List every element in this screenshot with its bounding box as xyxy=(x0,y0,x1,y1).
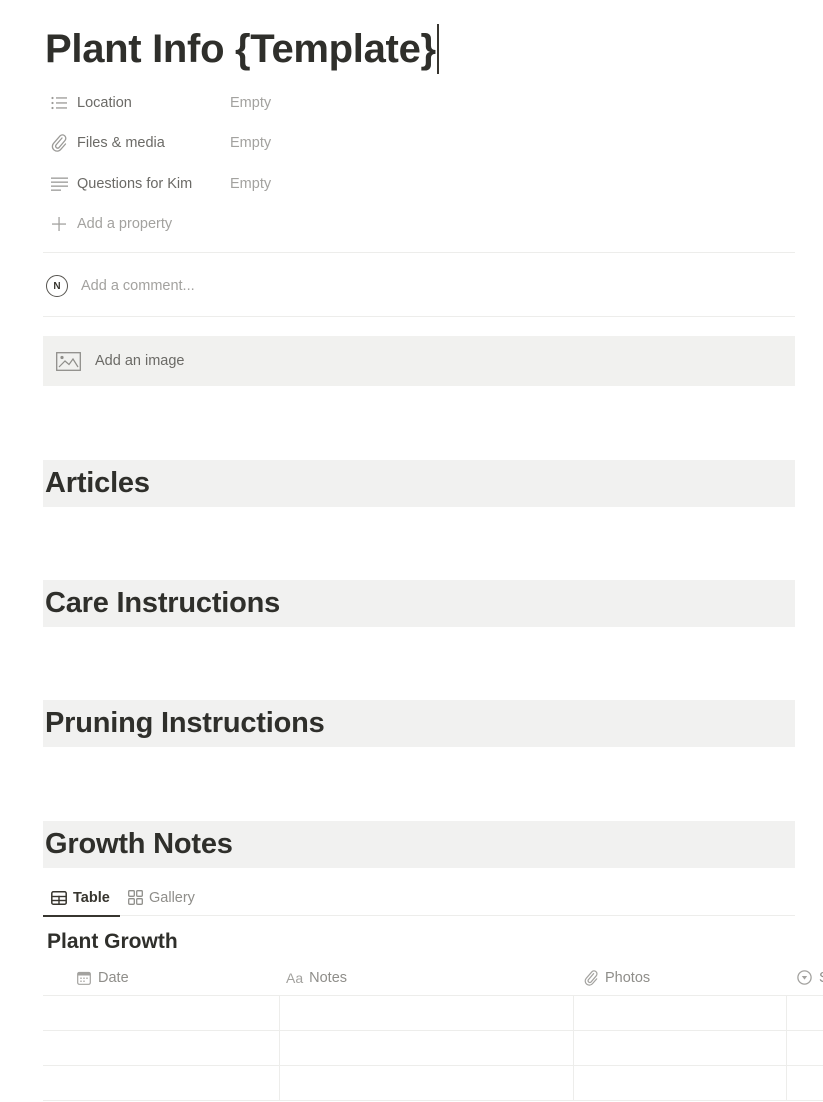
column-header-notes[interactable]: Aa Notes xyxy=(280,960,574,995)
heading-articles[interactable]: Articles xyxy=(43,460,795,507)
table-header: Date Aa Notes Photos S xyxy=(43,960,823,996)
add-property-button[interactable]: Add a property xyxy=(43,209,443,239)
property-label[interactable]: Questions for Kim xyxy=(77,176,230,192)
heading-care-instructions[interactable]: Care Instructions xyxy=(43,580,795,627)
table-cell[interactable] xyxy=(43,1031,280,1065)
column-label: Notes xyxy=(309,969,348,986)
table-icon xyxy=(51,890,67,905)
table-cell[interactable] xyxy=(574,1031,787,1065)
add-image-button[interactable]: Add an image xyxy=(43,336,795,386)
tab-gallery[interactable]: Gallery xyxy=(120,880,203,915)
property-files-media[interactable]: Files & media Empty xyxy=(43,128,443,158)
column-label: S xyxy=(819,970,823,986)
column-label: Date xyxy=(98,969,129,986)
comment-row[interactable]: N xyxy=(43,272,795,300)
heading-growth-notes[interactable]: Growth Notes xyxy=(43,821,795,868)
table-cell[interactable] xyxy=(280,1031,574,1065)
table-cell[interactable] xyxy=(280,996,574,1030)
property-value[interactable]: Empty xyxy=(230,95,271,111)
database-view-tabs: Table Gallery xyxy=(43,880,795,917)
table-cell[interactable] xyxy=(787,1066,823,1100)
table-cell[interactable] xyxy=(787,996,823,1030)
add-property-label: Add a property xyxy=(77,216,173,232)
property-value[interactable]: Empty xyxy=(230,176,271,192)
table-row[interactable] xyxy=(43,1031,823,1066)
column-header-photos[interactable]: Photos xyxy=(574,960,787,995)
property-label[interactable]: Location xyxy=(77,95,230,111)
property-questions-for-kim[interactable]: Questions for Kim Empty xyxy=(43,169,443,199)
text-lines-icon xyxy=(47,174,71,194)
divider xyxy=(43,252,795,253)
table-cell[interactable] xyxy=(574,996,787,1030)
database-title[interactable]: Plant Growth xyxy=(47,930,178,954)
image-icon xyxy=(56,351,81,371)
property-location[interactable]: Location Empty xyxy=(43,88,443,118)
comment-input[interactable] xyxy=(81,278,581,294)
heading-text[interactable]: Growth Notes xyxy=(45,828,233,861)
column-label: Photos xyxy=(605,969,651,986)
table-row[interactable] xyxy=(43,996,823,1031)
gallery-icon xyxy=(128,890,143,905)
column-header-select[interactable]: S xyxy=(787,960,823,995)
heading-text[interactable]: Care Instructions xyxy=(45,587,280,620)
tab-label: Gallery xyxy=(149,889,195,906)
table-cell[interactable] xyxy=(574,1066,787,1100)
text-cursor xyxy=(436,24,439,74)
paperclip-icon xyxy=(47,133,71,153)
heading-text[interactable]: Articles xyxy=(45,467,150,500)
text-aa-icon: Aa xyxy=(286,969,304,986)
calendar-icon xyxy=(77,971,91,985)
list-icon xyxy=(47,93,71,113)
table-cell[interactable] xyxy=(280,1066,574,1100)
table-cell[interactable] xyxy=(43,996,280,1030)
property-label[interactable]: Files & media xyxy=(77,135,230,151)
plus-icon xyxy=(47,214,71,234)
paperclip-icon xyxy=(584,969,598,986)
database-table: Date Aa Notes Photos S xyxy=(43,960,823,1101)
heading-text[interactable]: Pruning Instructions xyxy=(45,707,325,740)
table-cell[interactable] xyxy=(787,1031,823,1065)
add-image-label: Add an image xyxy=(95,353,185,369)
table-cell[interactable] xyxy=(43,1066,280,1100)
table-row[interactable] xyxy=(43,1066,823,1101)
tab-table[interactable]: Table xyxy=(43,880,120,917)
select-icon xyxy=(797,970,812,985)
property-value[interactable]: Empty xyxy=(230,135,271,151)
tab-label: Table xyxy=(73,889,110,906)
column-header-date[interactable]: Date xyxy=(43,960,280,995)
avatar: N xyxy=(46,275,68,297)
page-title-text[interactable]: Plant Info {Template} xyxy=(45,27,436,71)
divider xyxy=(43,316,795,317)
page-title[interactable]: Plant Info {Template} xyxy=(45,24,439,74)
heading-pruning-instructions[interactable]: Pruning Instructions xyxy=(43,700,795,747)
